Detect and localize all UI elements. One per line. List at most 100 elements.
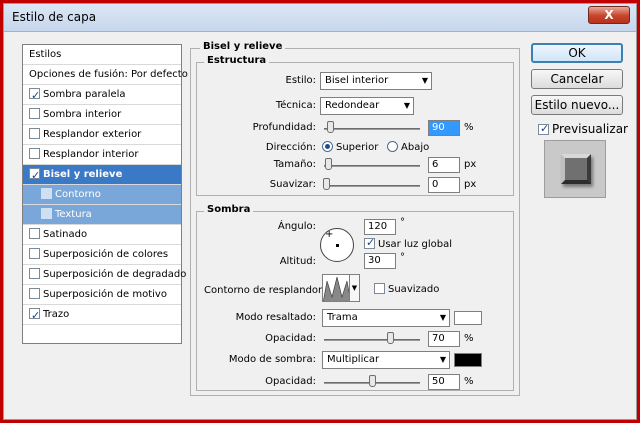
style-item-label: Sombra paralela [43,89,126,100]
new-style-button[interactable]: Estilo nuevo... [531,95,623,115]
size-input[interactable]: 6 [428,157,460,173]
soften-input[interactable]: 0 [428,177,460,193]
structure-title: Estructura [204,55,270,66]
highlight-opacity-slider-thumb[interactable] [387,332,394,344]
direction-up-option[interactable]: Superior [322,141,378,153]
depth-slider[interactable] [324,128,420,130]
checkbox-icon[interactable] [29,86,40,105]
style-item-outer-glow[interactable]: Resplandor exterior [23,125,181,145]
checkbox-icon[interactable] [29,228,40,239]
title-bar[interactable]: Estilo de capa X [4,4,636,32]
use-global-light-option[interactable]: Usar luz global [364,236,452,250]
shadow-mode-label: Modo de sombra: [228,354,316,365]
shadow-opacity-label: Opacidad: [265,376,316,387]
checkbox-icon[interactable] [29,166,40,185]
size-slider-thumb[interactable] [325,158,332,170]
chevron-down-icon: ▼ [403,101,410,110]
chevron-down-icon: ▼ [439,313,446,322]
soften-label: Suavizar: [269,179,316,190]
direction-down-label: Abajo [401,142,430,153]
depth-label: Profundidad: [252,122,316,133]
depth-slider-thumb[interactable] [327,121,334,133]
checkbox-icon[interactable] [374,283,385,294]
checkbox-icon[interactable] [364,236,375,249]
bevel-style-select[interactable]: Bisel interior ▼ [320,72,432,90]
radio-icon[interactable] [387,141,398,152]
style-item-label: Superposición de degradado [43,269,187,280]
gloss-contour-preview[interactable] [322,274,350,302]
checkbox-icon[interactable] [29,148,40,159]
direction-down-option[interactable]: Abajo [387,141,429,153]
highlight-opacity-label: Opacidad: [265,333,316,344]
checkbox-icon[interactable] [29,248,40,259]
radio-icon[interactable] [322,141,333,152]
soften-unit: px [464,179,477,190]
styles-header[interactable]: Estilos [23,45,181,65]
style-item-label: Resplandor interior [43,149,139,160]
highlight-opacity-unit: % [464,333,474,344]
depth-input[interactable]: 90 [428,120,460,136]
highlight-mode-label: Modo resaltado: [235,312,316,323]
highlight-opacity-input[interactable]: 70 [428,331,460,347]
style-item-color-overlay[interactable]: Superposición de colores [23,245,181,265]
style-item-texture[interactable]: Textura [23,205,181,225]
altitude-input[interactable]: 30 [364,253,396,269]
style-item-label: Bisel y relieve [43,169,123,180]
style-item-inner-shadow[interactable]: Sombra interior [23,105,181,125]
style-item-drop-shadow[interactable]: Sombra paralela [23,85,181,105]
style-item-label: Sombra interior [43,109,122,120]
style-item-bevel-emboss[interactable]: Bisel y relieve [23,165,181,185]
checkbox-icon[interactable] [29,268,40,279]
angle-input[interactable]: 120 [364,219,396,235]
checkbox-icon[interactable] [29,306,40,325]
checkbox-icon[interactable] [41,188,52,199]
style-item-inner-glow[interactable]: Resplandor interior [23,145,181,165]
style-item-label: Resplandor exterior [43,129,142,140]
style-preview-thumbnail [544,140,606,198]
preview-option[interactable]: Previsualizar [538,122,628,136]
highlight-color-swatch[interactable] [454,311,482,325]
blending-options-item[interactable]: Opciones de fusión: Por defecto [23,65,188,85]
preview-label: Previsualizar [552,122,628,136]
highlight-mode-value: Trama [327,312,358,323]
cancel-button[interactable]: Cancelar [531,69,623,89]
checkbox-icon[interactable] [29,128,40,139]
anti-aliased-label: Suavizado [388,284,440,295]
checkbox-icon[interactable] [29,108,40,119]
technique-select[interactable]: Redondear ▼ [320,97,414,115]
style-item-satin[interactable]: Satinado [23,225,181,245]
style-item-label: Textura [55,209,92,220]
direction-up-label: Superior [336,142,379,153]
shadow-opacity-input[interactable]: 50 [428,374,460,390]
style-item-label: Superposición de motivo [43,289,167,300]
size-slider[interactable] [324,165,420,167]
checkbox-icon[interactable] [41,208,52,219]
use-global-light-label: Usar luz global [378,239,452,250]
shadow-mode-select[interactable]: Multiplicar ▼ [322,351,450,369]
chevron-down-icon: ▼ [421,76,428,85]
style-item-label: Trazo [43,309,70,320]
gloss-contour-dropdown[interactable]: ▼ [350,274,360,302]
angle-dial[interactable]: + [320,228,354,262]
style-item-stroke[interactable]: Trazo [23,305,181,325]
checkbox-icon[interactable] [538,122,549,135]
size-unit: px [464,159,477,170]
style-item-label: Satinado [43,229,88,240]
style-item-label: Superposición de colores [43,249,169,260]
soften-slider-thumb[interactable] [323,178,330,190]
shadow-color-swatch[interactable] [454,353,482,367]
size-label: Tamaño: [273,159,316,170]
highlight-mode-select[interactable]: Trama ▼ [322,309,450,327]
style-item-contour[interactable]: Contorno [23,185,181,205]
checkbox-icon[interactable] [29,288,40,299]
close-button[interactable]: X [588,6,630,24]
style-item-pattern-overlay[interactable]: Superposición de motivo [23,285,181,305]
soften-slider[interactable] [324,185,420,187]
anti-aliased-option[interactable]: Suavizado [374,283,439,295]
window-title: Estilo de capa [12,10,97,24]
technique-value: Redondear [325,100,380,111]
highlight-opacity-slider[interactable] [324,339,420,341]
style-item-gradient-overlay[interactable]: Superposición de degradado [23,265,186,285]
ok-button[interactable]: OK [531,43,623,63]
shadow-opacity-slider-thumb[interactable] [369,375,376,387]
